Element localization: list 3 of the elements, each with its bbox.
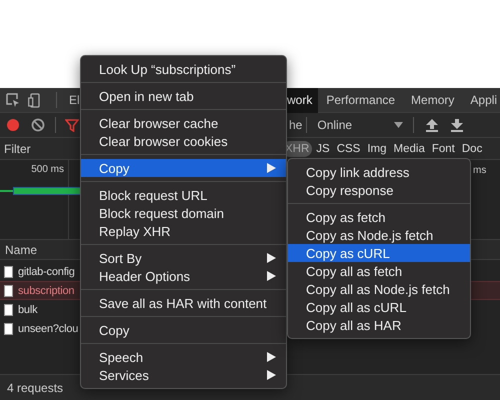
time-tick: 500 ms	[31, 164, 64, 175]
time-tick: ms	[473, 165, 486, 176]
status-text: 4 requests	[7, 380, 64, 394]
